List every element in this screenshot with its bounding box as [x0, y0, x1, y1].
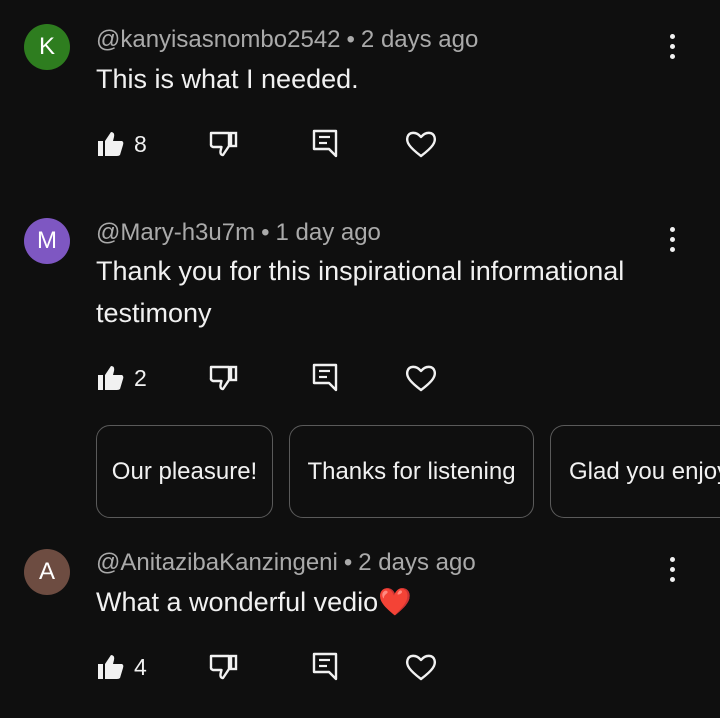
comment-time: 2 days ago — [360, 26, 479, 53]
meta-separator: • — [343, 549, 353, 576]
reply-button[interactable] — [310, 124, 340, 164]
comment-actions: 2 — [96, 358, 456, 398]
suggested-reply-chip[interactable]: Thanks for listening — [289, 425, 534, 518]
comment-author[interactable]: @AnitazibaKanzingeni — [96, 549, 338, 576]
avatar[interactable]: K — [24, 24, 70, 70]
dislike-button[interactable] — [208, 647, 240, 687]
meta-separator: • — [346, 26, 355, 53]
comment-meta: @kanyisasnombo2542 • 2 days ago — [96, 26, 478, 54]
dislike-button[interactable] — [208, 124, 240, 164]
comment-text: Thank you for this inspirational informa… — [96, 256, 625, 328]
like-count: 4 — [134, 653, 147, 680]
dislike-button[interactable] — [208, 358, 240, 398]
heart-icon — [405, 365, 437, 392]
reply-icon — [312, 129, 338, 158]
suggested-reply-chip[interactable]: Our pleasure! — [96, 425, 273, 518]
reply-button[interactable] — [310, 358, 340, 398]
reply-icon — [312, 652, 338, 681]
more-vert-icon — [669, 33, 675, 39]
heart-icon — [405, 131, 437, 158]
heart-button[interactable] — [404, 124, 438, 164]
like-icon — [98, 655, 124, 679]
comment-meta: @AnitazibaKanzingeni • 2 days ago — [96, 549, 476, 577]
reply-button[interactable] — [310, 647, 340, 687]
comment-author[interactable]: @Mary-h3u7m — [96, 219, 255, 246]
comment-text-content: What a wonderful vedio — [96, 587, 379, 617]
comment-text: This is what I needed. — [96, 64, 359, 94]
dislike-icon — [209, 131, 238, 157]
comment-time: 2 days ago — [358, 549, 476, 576]
like-count: 8 — [134, 130, 147, 157]
comment-text: What a wonderful vedio❤️ — [96, 581, 676, 623]
like-button[interactable]: 2 — [96, 358, 147, 398]
more-vert-icon — [669, 226, 675, 232]
avatar[interactable]: A — [24, 549, 70, 595]
heart-icon — [405, 654, 437, 681]
like-icon — [98, 132, 124, 156]
dislike-icon — [209, 654, 238, 680]
heart-button[interactable] — [404, 358, 438, 398]
meta-separator: • — [261, 219, 270, 246]
comment-author[interactable]: @kanyisasnombo2542 — [96, 26, 341, 53]
heart-button[interactable] — [404, 647, 438, 687]
red-heart-emoji: ❤️ — [378, 587, 412, 617]
avatar[interactable]: M — [24, 218, 70, 264]
comment-time: 1 day ago — [275, 219, 381, 246]
reply-icon — [312, 363, 338, 392]
like-icon — [98, 366, 124, 390]
more-vert-icon — [669, 556, 675, 562]
dislike-icon — [209, 365, 238, 391]
comment-actions: 8 — [96, 124, 456, 164]
like-button[interactable]: 4 — [96, 647, 147, 687]
suggested-replies: Our pleasure! Thanks for listening Glad … — [96, 425, 720, 521]
like-count: 2 — [134, 364, 147, 391]
suggested-reply-chip[interactable]: Glad you enjoy — [550, 425, 720, 518]
comment-actions: 4 — [96, 647, 456, 687]
comment-meta: @Mary-h3u7m • 1 day ago — [96, 219, 381, 247]
like-button[interactable]: 8 — [96, 124, 147, 164]
